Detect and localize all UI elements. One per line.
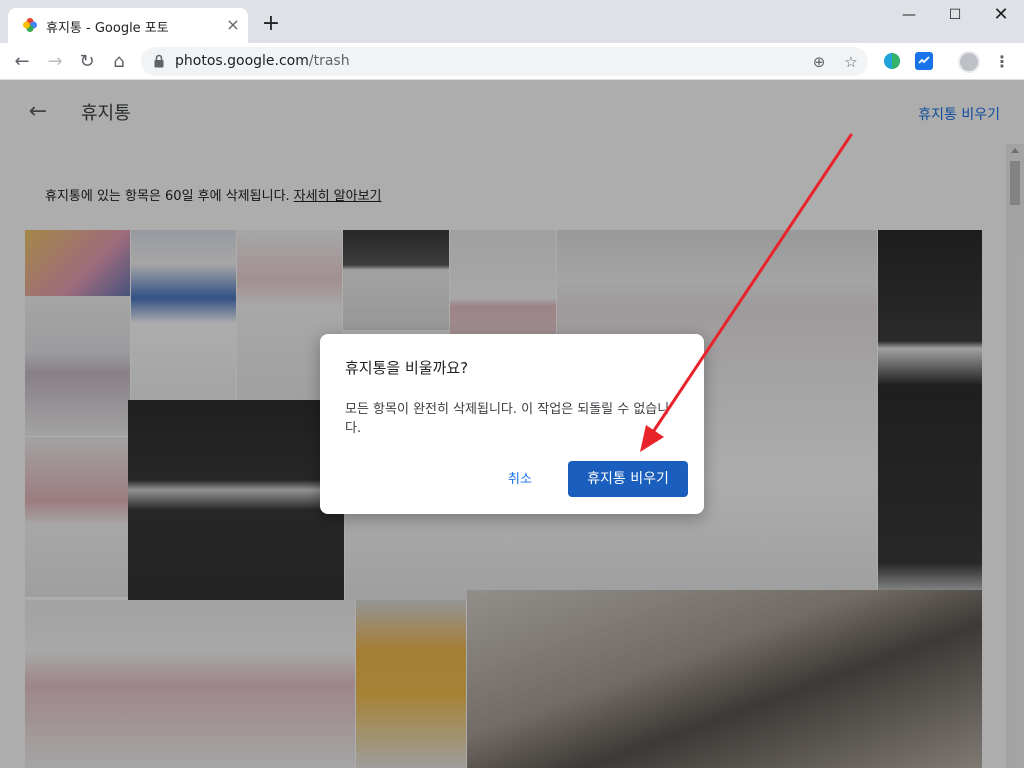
window-minimize-button[interactable]: — (886, 0, 932, 32)
lock-icon (154, 54, 164, 68)
url-host: photos.google.com (175, 53, 309, 69)
photos-trash-page: ← 휴지통 휴지통 비우기 휴지통에 있는 항목은 60일 후에 삭제됩니다. 자… (0, 80, 1024, 768)
reload-button[interactable]: ↻ (73, 48, 101, 76)
dialog-title: 휴지통을 비울까요? (345, 359, 469, 377)
install-app-icon[interactable]: ⊕ (809, 52, 829, 72)
google-photos-icon (23, 18, 37, 32)
empty-trash-dialog: 휴지통을 비울까요? 모든 항목이 완전히 삭제됩니다. 이 작업은 되돌릴 수… (320, 334, 704, 514)
cancel-button[interactable]: 취소 (492, 464, 548, 496)
profile-avatar-icon[interactable] (958, 51, 980, 73)
back-button[interactable]: ← (8, 48, 36, 76)
new-tab-button[interactable]: + (260, 13, 282, 35)
window-close-button[interactable]: ✕ (978, 0, 1024, 32)
url-path: /trash (308, 53, 350, 69)
address-bar[interactable]: photos.google.com/trash ⊕ ☆ (141, 47, 868, 76)
extension-icon-2[interactable] (915, 52, 933, 70)
url-text: photos.google.com/trash (175, 53, 350, 69)
home-button[interactable]: ⌂ (105, 48, 133, 76)
browser-toolbar: ← → ↻ ⌂ photos.google.com/trash ⊕ ☆ ⋮ (0, 43, 1024, 80)
extension-icon[interactable] (883, 52, 901, 70)
browser-menu-icon[interactable]: ⋮ (992, 51, 1012, 73)
window-maximize-button[interactable]: ☐ (932, 0, 978, 32)
tab-close-icon[interactable]: × (224, 16, 242, 34)
forward-button[interactable]: → (41, 48, 69, 76)
tab-strip: 휴지통 - Google 포토 × + — ☐ ✕ (0, 0, 1024, 43)
tab-title: 휴지통 - Google 포토 (46, 21, 169, 36)
bookmark-star-icon[interactable]: ☆ (841, 52, 861, 72)
browser-tab[interactable]: 휴지통 - Google 포토 × (8, 8, 248, 43)
dialog-body: 모든 항목이 완전히 삭제됩니다. 이 작업은 되돌릴 수 없습니다. (345, 402, 670, 436)
empty-trash-confirm-button[interactable]: 휴지통 비우기 (568, 461, 688, 497)
